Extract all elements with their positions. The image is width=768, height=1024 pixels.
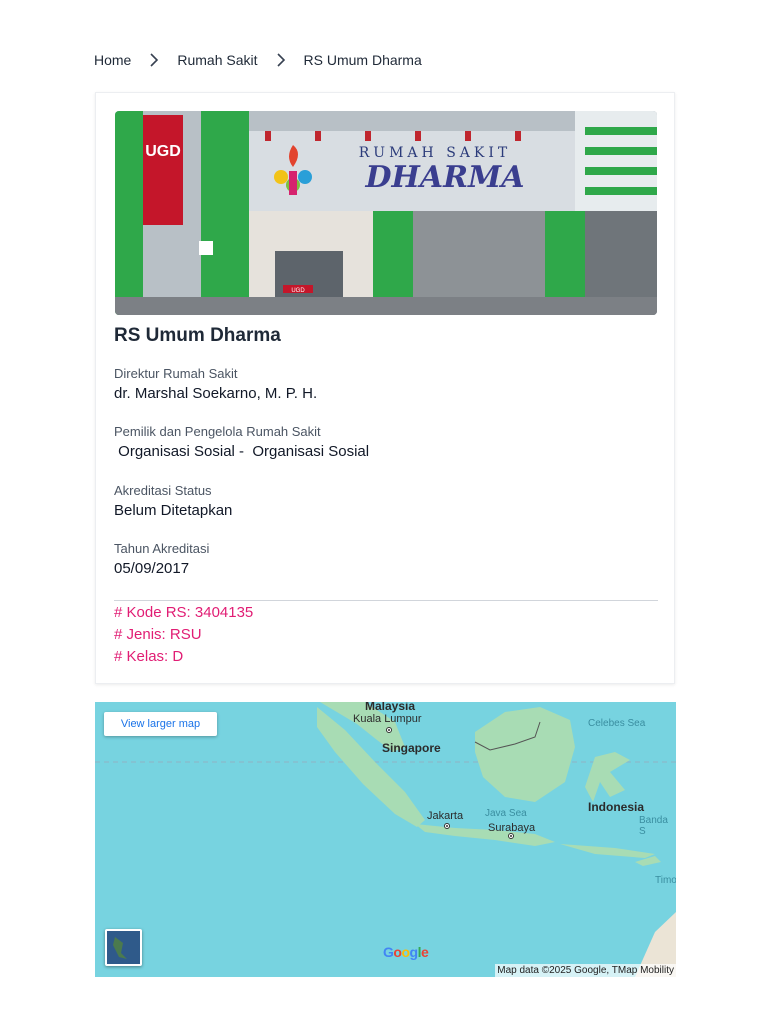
map-label-malaysia: Malaysia <box>365 702 416 713</box>
divider <box>114 600 658 601</box>
map-attribution[interactable]: Map data ©2025 Google, TMap Mobility <box>495 964 676 977</box>
field-value: 05/09/2017 <box>114 560 190 577</box>
map-label-singapore: Singapore <box>382 741 441 755</box>
tag-kode-rs: # Kode RS: 3404135 <box>114 604 254 621</box>
owner-field: Pemilik dan Pengelola Rumah Sakit Organi… <box>114 424 369 460</box>
map-label-indonesia: Indonesia <box>588 800 645 814</box>
view-larger-map-button[interactable]: View larger map <box>104 712 217 736</box>
tag-kelas: # Kelas: D <box>114 648 184 665</box>
map-label-banda-sea: Banda S <box>639 815 668 837</box>
field-label: Pemilik dan Pengelola Rumah Sakit <box>114 424 321 439</box>
field-label: Direktur Rumah Sakit <box>114 366 238 381</box>
hospital-sign-line2: DHARMA <box>364 160 524 195</box>
tag-jenis: # Jenis: RSU <box>114 626 202 643</box>
hospital-tags: # Kode RS: 3404135 # Jenis: RSU # Kelas:… <box>114 602 253 668</box>
map-label-surabaya: Surabaya <box>488 822 536 834</box>
field-value: Belum Ditetapkan <box>114 502 233 519</box>
field-label: Tahun Akreditasi <box>114 541 210 556</box>
hospital-sign-line1: RUMAH SAKIT <box>359 145 511 161</box>
breadcrumb-rumah-sakit[interactable]: Rumah Sakit <box>177 52 257 68</box>
director-field: Direktur Rumah Sakit dr. Marshal Soekarn… <box>114 366 317 402</box>
map-label-kuala-lumpur: Kuala Lumpur <box>353 713 422 725</box>
chevron-right-icon <box>274 53 288 67</box>
hospital-card: UGD RUMAH SAKIT DHARMA UGD RS Umum Dharm… <box>95 92 675 684</box>
field-value: dr. Marshal Soekarno, M. P. H. <box>114 385 318 402</box>
satellite-layer-icon[interactable] <box>105 929 142 966</box>
map-label-timor: Timo <box>655 875 676 886</box>
map-label-java-sea: Java Sea <box>485 808 527 819</box>
location-map[interactable]: View larger map Malaysia Kuala Lumpur Si… <box>95 702 676 977</box>
google-logo: Google <box>383 944 429 960</box>
breadcrumb-current: RS Umum Dharma <box>303 52 422 68</box>
ugd-sign: UGD <box>145 143 181 160</box>
map-label-celebes-sea: Celebes Sea <box>588 718 646 729</box>
accreditation-status-field: Akreditasi Status Belum Ditetapkan <box>114 483 232 519</box>
map-label-jakarta: Jakarta <box>427 810 464 822</box>
accreditation-year-field: Tahun Akreditasi 05/09/2017 <box>114 541 209 577</box>
door-sign: UGD <box>291 288 305 294</box>
hospital-photo: UGD RUMAH SAKIT DHARMA UGD <box>115 111 657 315</box>
breadcrumb: Home Rumah Sakit RS Umum Dharma <box>94 52 422 68</box>
field-label: Akreditasi Status <box>114 483 212 498</box>
hospital-name: RS Umum Dharma <box>114 325 281 346</box>
field-value: Organisasi Sosial - Organisasi Sosial <box>114 443 370 460</box>
breadcrumb-home[interactable]: Home <box>94 52 131 68</box>
chevron-right-icon <box>147 53 161 67</box>
